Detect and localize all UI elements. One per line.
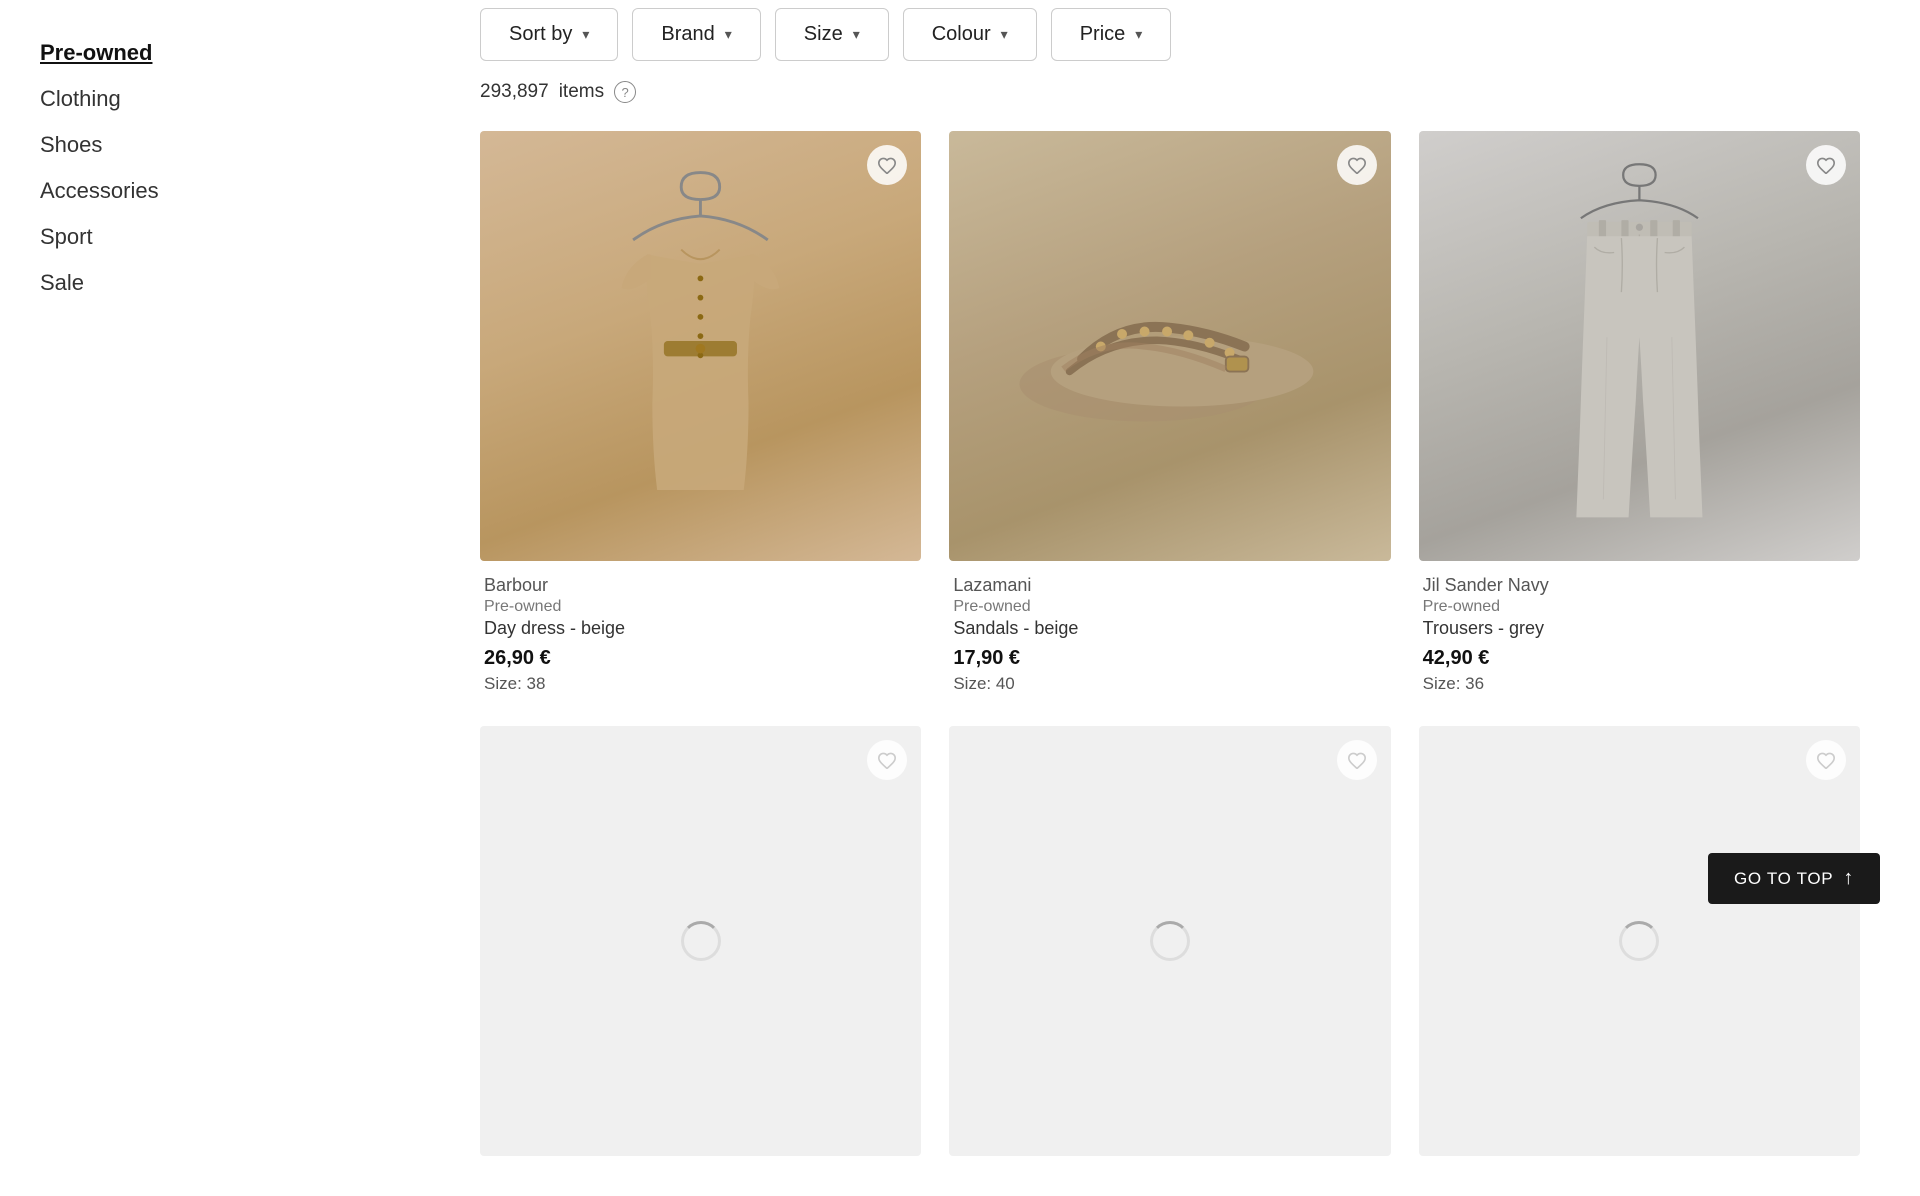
page-wrapper: Pre-owned Clothing Shoes Accessories Spo… [0,0,1920,1196]
wishlist-button-4[interactable] [867,740,907,780]
product-price-3: 42,90 € [1423,647,1856,670]
go-to-top-label: GO TO TOP [1734,869,1833,889]
product-name-2: Sandals - beige [953,618,1386,639]
heart-icon [1816,751,1836,769]
sidebar-item-accessories[interactable]: Accessories [40,168,430,214]
heart-icon [1816,156,1836,174]
colour-label: Colour [932,23,991,46]
product-card-6 [1419,726,1860,1156]
product-size-3: Size: 36 [1423,674,1856,694]
brand-label: Brand [661,23,714,46]
product-image-wrap-4 [480,726,921,1156]
items-count: 293,897 [480,81,549,103]
wishlist-button-5[interactable] [1337,740,1377,780]
size-chevron-icon: ▾ [853,26,860,43]
sort-by-chevron-icon: ▾ [582,26,589,43]
size-button[interactable]: Size ▾ [775,8,889,61]
product-name-1: Day dress - beige [484,618,917,639]
product-card-4 [480,726,921,1156]
product-card-5 [949,726,1390,1156]
colour-chevron-icon: ▾ [1001,26,1008,43]
loading-spinner-4 [681,921,721,961]
product-brand-3: Jil Sander Navy [1423,575,1856,596]
product-condition-3: Pre-owned [1423,598,1856,616]
product-image-trousers [1419,131,1860,561]
product-image-wrap-5 [949,726,1390,1156]
loading-spinner-6 [1619,921,1659,961]
price-chevron-icon: ▾ [1135,26,1142,43]
product-size-1: Size: 38 [484,674,917,694]
product-image-dress [480,131,921,561]
loading-spinner-5 [1150,921,1190,961]
product-condition-1: Pre-owned [484,598,917,616]
product-image-wrap-1 [480,131,921,561]
heart-icon [1347,751,1367,769]
wishlist-button-3[interactable] [1806,145,1846,185]
product-condition-2: Pre-owned [953,598,1386,616]
items-label: items [559,81,604,103]
sandals-illustration [982,196,1357,497]
product-image-wrap-3 [1419,131,1860,561]
sidebar-item-clothing[interactable]: Clothing [40,76,430,122]
product-size-2: Size: 40 [953,674,1386,694]
product-image-sandals [949,131,1390,561]
items-count-row: 293,897 items ? [480,81,1860,103]
brand-chevron-icon: ▾ [725,26,732,43]
price-button[interactable]: Price ▾ [1051,8,1172,61]
filter-bar: Sort by ▾ Brand ▾ Size ▾ Colour ▾ Price … [480,8,1860,61]
sidebar-item-sale[interactable]: Sale [40,260,430,306]
product-card-1[interactable]: Barbour Pre-owned Day dress - beige 26,9… [480,131,921,698]
sort-by-button[interactable]: Sort by ▾ [480,8,618,61]
colour-button[interactable]: Colour ▾ [903,8,1037,61]
sidebar-item-pre-owned[interactable]: Pre-owned [40,30,430,76]
product-image-wrap-6 [1419,726,1860,1156]
sidebar-item-shoes[interactable]: Shoes [40,122,430,168]
arrow-up-icon: ↑ [1843,867,1854,890]
wishlist-button-2[interactable] [1337,145,1377,185]
sidebar-nav: Pre-owned Clothing Shoes Accessories Spo… [40,20,430,306]
go-to-top-button[interactable]: GO TO TOP ↑ [1708,853,1880,904]
heart-icon [1347,156,1367,174]
product-name-3: Trousers - grey [1423,618,1856,639]
price-label: Price [1080,23,1126,46]
product-card-3[interactable]: Jil Sander Navy Pre-owned Trousers - gre… [1419,131,1860,698]
product-card-2[interactable]: Lazamani Pre-owned Sandals - beige 17,90… [949,131,1390,698]
heart-icon [877,751,897,769]
product-info-2: Lazamani Pre-owned Sandals - beige 17,90… [949,561,1390,698]
product-grid: Barbour Pre-owned Day dress - beige 26,9… [480,131,1860,1156]
sidebar: Pre-owned Clothing Shoes Accessories Spo… [0,0,470,1196]
sidebar-item-sport[interactable]: Sport [40,214,430,260]
product-price-2: 17,90 € [953,647,1386,670]
heart-icon [877,156,897,174]
dress-illustration [557,163,844,529]
product-info-1: Barbour Pre-owned Day dress - beige 26,9… [480,561,921,698]
product-brand-2: Lazamani [953,575,1386,596]
main-content: Sort by ▾ Brand ▾ Size ▾ Colour ▾ Price … [470,0,1920,1196]
product-info-3: Jil Sander Navy Pre-owned Trousers - gre… [1419,561,1860,698]
wishlist-button-6[interactable] [1806,740,1846,780]
trousers-illustration [1507,157,1772,535]
size-label: Size [804,23,843,46]
product-price-1: 26,90 € [484,647,917,670]
product-image-wrap-2 [949,131,1390,561]
brand-button[interactable]: Brand ▾ [632,8,760,61]
sort-by-label: Sort by [509,23,572,46]
product-brand-1: Barbour [484,575,917,596]
info-icon[interactable]: ? [614,81,636,103]
